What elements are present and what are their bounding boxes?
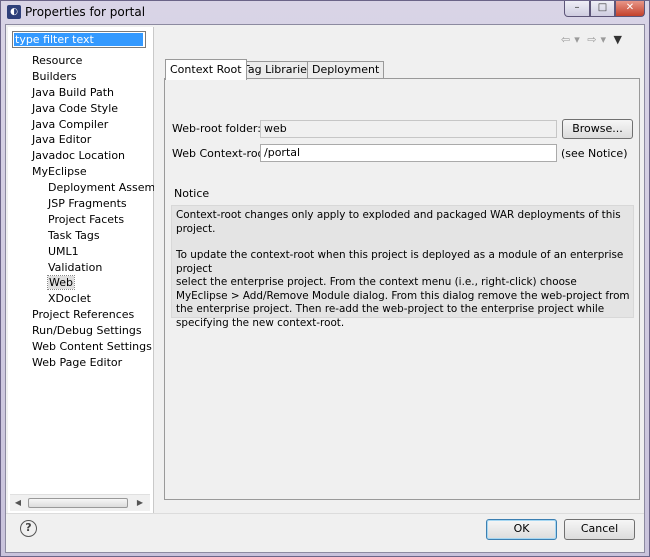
tab-tag-libraries[interactable]: Tag Libraries: [238, 61, 318, 79]
tree-item[interactable]: Java Code Style: [8, 101, 154, 117]
webroot-folder-field[interactable]: web: [260, 120, 557, 138]
back-dropdown-icon[interactable]: ▾: [574, 33, 580, 46]
window-title: Properties for portal: [25, 5, 146, 19]
properties-window: ◐ Properties for portal – □ ✕ type filte…: [0, 0, 650, 557]
help-icon[interactable]: ?: [20, 520, 37, 537]
tree-item[interactable]: Web Page Editor: [8, 355, 154, 371]
notice-paragraph-1: Context-root changes only apply to explo…: [176, 209, 621, 235]
maximize-button[interactable]: □: [590, 1, 615, 17]
tab-context-root[interactable]: Context Root: [165, 59, 247, 80]
tree-item-label: Java Code Style: [32, 101, 119, 115]
tree-item-label: Project Facets: [48, 212, 125, 226]
tree-item-label: UML1: [48, 244, 79, 258]
tree-item-label: Resource: [32, 54, 83, 67]
tree-item-label: Java Compiler: [32, 117, 109, 131]
tree-item[interactable]: Task Tags: [8, 228, 154, 244]
tree-item-label: Task Tags: [48, 228, 100, 242]
tree-item[interactable]: Project Facets: [8, 212, 154, 228]
tree-item[interactable]: MyEclipse: [8, 164, 154, 180]
cancel-button[interactable]: Cancel: [564, 519, 635, 540]
tree-item[interactable]: Builders: [8, 69, 154, 85]
title-bar: ◐ Properties for portal – □ ✕: [1, 1, 649, 23]
notice-text-box: Context-root changes only apply to explo…: [171, 205, 634, 329]
close-button[interactable]: ✕: [615, 1, 645, 17]
tree-item-label: Web: [47, 275, 75, 291]
see-notice-text: (see Notice): [561, 147, 628, 160]
tree-item[interactable]: Project References: [8, 307, 154, 323]
tree-item[interactable]: Deployment Assembl: [8, 180, 154, 196]
tree-item-label: JSP Fragments: [48, 197, 127, 211]
view-menu-icon[interactable]: ▼: [614, 33, 622, 46]
tree-item[interactable]: Web Content Settings: [8, 339, 154, 355]
tree-item[interactable]: XDoclet: [8, 291, 154, 307]
tree-item-label: XDoclet: [48, 292, 91, 306]
button-bar-separator: [6, 513, 644, 514]
tree-item-label: Deployment Assembl: [48, 181, 154, 195]
tree-item[interactable]: Resource: [8, 53, 154, 69]
tree-item[interactable]: Web: [8, 275, 154, 291]
eclipse-app-icon: ◐: [7, 5, 21, 19]
ok-button[interactable]: OK: [486, 519, 557, 540]
tree-item[interactable]: JSP Fragments: [8, 196, 154, 212]
tree-item-label: Builders: [32, 69, 77, 83]
tree-item[interactable]: Java Editor: [8, 132, 154, 148]
tree-item-label: Project References: [32, 308, 135, 322]
tree-item[interactable]: Java Build Path: [8, 85, 154, 101]
tree-item-label: Validation: [48, 260, 103, 274]
scroll-left-icon[interactable]: ◀: [12, 497, 24, 509]
forward-dropdown-icon[interactable]: ▾: [600, 33, 606, 46]
tree-item-label: Java Build Path: [32, 85, 115, 99]
tree-item-label: Javadoc Location: [32, 149, 126, 163]
browse-button[interactable]: Browse...: [562, 119, 633, 139]
tab-deployment[interactable]: Deployment: [307, 61, 385, 79]
minimize-button[interactable]: –: [564, 1, 590, 17]
context-root-page: Web-root folder: web Browse... Web Conte…: [164, 78, 640, 500]
tree-item-label: Web Page Editor: [32, 355, 123, 369]
property-tree: Resource Builders Java Build Path Java Code…: [8, 53, 154, 371]
forward-arrow-icon[interactable]: ⇨: [587, 33, 596, 46]
back-arrow-icon[interactable]: ⇦: [561, 33, 570, 46]
tree-item-label: MyEclipse: [32, 165, 87, 179]
tree-item[interactable]: UML1: [8, 244, 154, 260]
tree-item[interactable]: Java Compiler: [8, 117, 154, 133]
filter-input[interactable]: [12, 31, 146, 48]
page-navigation: ⇦ ▾ ⇨ ▾ ▼: [561, 33, 626, 46]
tree-item[interactable]: Run/Debug Settings: [8, 323, 154, 339]
tree-item[interactable]: Validation: [8, 260, 154, 276]
tree-horizontal-scrollbar[interactable]: ◀ ▶: [10, 494, 150, 511]
scroll-thumb[interactable]: [28, 498, 128, 508]
tree-item[interactable]: Javadoc Location: [8, 148, 154, 164]
scroll-right-icon[interactable]: ▶: [134, 497, 146, 509]
webroot-folder-label: Web-root folder:: [172, 122, 261, 135]
dialog-client-area: type filter text ResourceBuildersJava Bu…: [5, 24, 645, 553]
notice-heading: Notice: [174, 187, 210, 200]
notice-paragraph-2: To update the context-root when this pro…: [176, 249, 630, 329]
tree-item-label: Java Editor: [32, 133, 92, 147]
web-context-root-label: Web Context-root:: [172, 147, 273, 160]
web-context-root-input[interactable]: /portal: [260, 144, 557, 162]
tree-item-label: Run/Debug Settings: [32, 324, 142, 338]
property-page-tree-panel: type filter text ResourceBuildersJava Bu…: [8, 27, 154, 513]
tree-item-label: Web Content Settings: [32, 340, 152, 354]
